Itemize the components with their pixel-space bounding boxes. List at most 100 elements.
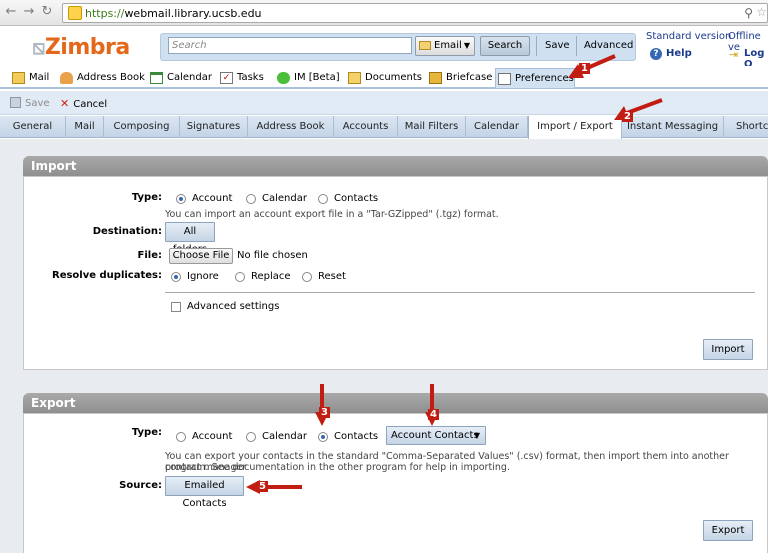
import-type-contacts-radio[interactable]: [318, 194, 328, 204]
help-icon: ?: [650, 48, 662, 60]
export-type-account-radio[interactable]: [176, 432, 186, 442]
save-button[interactable]: Save: [10, 97, 50, 109]
export-type-label: Type:: [131, 427, 162, 438]
source-folder-button[interactable]: Emailed Contacts: [165, 476, 244, 509]
annotation-badge-2: 2: [622, 111, 633, 122]
annotation-arrow-1: [568, 54, 616, 78]
resolve-ignore-radio[interactable]: [171, 272, 181, 282]
cancel-icon: ✕: [60, 97, 70, 110]
star-icon[interactable]: ☆: [756, 5, 767, 19]
resolve-duplicates-label: Resolve duplicates:: [52, 270, 162, 281]
calendar-icon: [150, 72, 163, 84]
preferences-icon: [498, 73, 511, 85]
apptab-briefcase[interactable]: Briefcase: [427, 68, 492, 88]
url-text: https://webmail.library.ucsb.edu: [85, 7, 262, 20]
annotation-arrow-3: [315, 384, 329, 426]
export-type-contacts-label: Contacts: [334, 431, 379, 442]
address-bar[interactable]: https://webmail.library.ucsb.edu ⚲ ☆: [62, 3, 768, 23]
tab-composing[interactable]: Composing: [104, 116, 180, 138]
export-format-value: Account Contacts: [391, 430, 479, 441]
tab-address-book[interactable]: Address Book: [248, 116, 334, 138]
tab-general[interactable]: General: [0, 116, 66, 138]
annotation-arrow-2: [614, 98, 663, 120]
import-type-label: Type:: [131, 192, 162, 203]
annotation-badge-1: 1: [579, 63, 590, 74]
email-label: Email: [434, 40, 462, 51]
forward-icon[interactable]: →: [22, 5, 36, 19]
resolve-reset-radio[interactable]: [302, 272, 312, 282]
advanced-settings-label: Advanced settings: [187, 301, 280, 312]
apptab-label: Mail: [29, 72, 50, 83]
im-icon: [277, 72, 290, 84]
annotation-arrow-5: [246, 480, 302, 494]
resolve-ignore-label: Ignore: [187, 271, 219, 282]
standard-version-link[interactable]: Standard version: [646, 31, 731, 42]
export-type-calendar-radio[interactable]: [246, 432, 256, 442]
apptab-label: Briefcase: [446, 72, 493, 83]
tab-calendar[interactable]: Calendar: [466, 116, 528, 138]
logo-text: Zimbra: [44, 35, 130, 60]
lock-icon: [68, 6, 82, 20]
url-host: webmail.library.ucsb.edu: [124, 7, 262, 20]
envelope-icon: [419, 41, 431, 50]
tasks-icon: ✓: [220, 72, 233, 84]
divider: [165, 292, 755, 293]
annotation-badge-4: 4: [428, 409, 439, 420]
tab-mail-filters[interactable]: Mail Filters: [398, 116, 466, 138]
file-label: File:: [137, 250, 162, 261]
apptab-tasks[interactable]: ✓ Tasks: [218, 68, 264, 88]
address-book-icon: [60, 72, 73, 84]
apptab-label: Tasks: [237, 72, 264, 83]
apptab-label: Address Book: [77, 72, 145, 83]
import-button[interactable]: Import: [703, 339, 753, 360]
search-type-dropdown[interactable]: Email ▼: [415, 36, 475, 56]
annotation-badge-5: 5: [257, 481, 268, 492]
import-type-hint: You can import an account export file in…: [165, 209, 499, 220]
logout-icon: ⇥: [729, 48, 739, 61]
apptab-label: Documents: [365, 72, 423, 83]
documents-icon: [348, 72, 361, 84]
choose-file-button[interactable]: Choose File: [169, 248, 233, 264]
resolve-reset-label: Reset: [318, 271, 346, 282]
import-type-contacts-label: Contacts: [334, 193, 379, 204]
destination-folder-button[interactable]: All folders: [165, 222, 215, 255]
export-hint-line2: program. See documentation in the other …: [165, 462, 510, 473]
resolve-replace-radio[interactable]: [235, 272, 245, 282]
chevron-down-icon: ▼: [473, 431, 480, 440]
browser-toolbar: ← → ↻ https://webmail.library.ucsb.edu ⚲…: [0, 0, 768, 26]
save-icon: [10, 97, 21, 108]
advanced-settings-checkbox[interactable]: [171, 302, 181, 312]
tab-accounts[interactable]: Accounts: [334, 116, 398, 138]
import-type-calendar-radio[interactable]: [246, 194, 256, 204]
apptab-mail[interactable]: Mail: [10, 68, 49, 88]
back-icon[interactable]: ←: [4, 5, 18, 19]
export-type-contacts-radio[interactable]: [318, 432, 328, 442]
help-link[interactable]: Help: [666, 48, 692, 59]
tab-shortcuts[interactable]: Shortcu: [724, 116, 768, 138]
annotation-badge-3: 3: [319, 407, 330, 418]
export-section-header: Export: [23, 393, 768, 413]
zoom-icon[interactable]: ⚲: [744, 6, 753, 20]
apptab-address-book[interactable]: Address Book: [58, 68, 145, 88]
tab-signatures[interactable]: Signatures: [180, 116, 248, 138]
annotation-arrow-4: [425, 384, 439, 426]
chevron-down-icon: ▼: [463, 41, 470, 50]
apptab-documents[interactable]: Documents: [346, 68, 422, 88]
export-format-dropdown[interactable]: Account Contacts ▼: [386, 426, 486, 445]
source-label: Source:: [119, 480, 162, 491]
url-scheme: https://: [85, 7, 125, 20]
logo-mark-icon: ⧅: [32, 35, 45, 59]
search-button[interactable]: Search: [480, 36, 530, 56]
import-type-account-radio[interactable]: [176, 194, 186, 204]
refresh-icon[interactable]: ↻: [40, 5, 54, 19]
apptab-im[interactable]: IM [Beta]: [275, 68, 340, 88]
tab-mail[interactable]: Mail: [66, 116, 104, 138]
cancel-button[interactable]: ✕ Cancel: [60, 97, 107, 110]
divider: [536, 36, 537, 56]
cancel-label: Cancel: [73, 99, 108, 110]
search-input[interactable]: Search: [168, 37, 412, 54]
export-button[interactable]: Export: [703, 520, 753, 541]
zimbra-logo[interactable]: ⧅Zimbra: [32, 35, 130, 60]
briefcase-icon: [429, 72, 442, 84]
apptab-calendar[interactable]: Calendar: [148, 68, 212, 88]
